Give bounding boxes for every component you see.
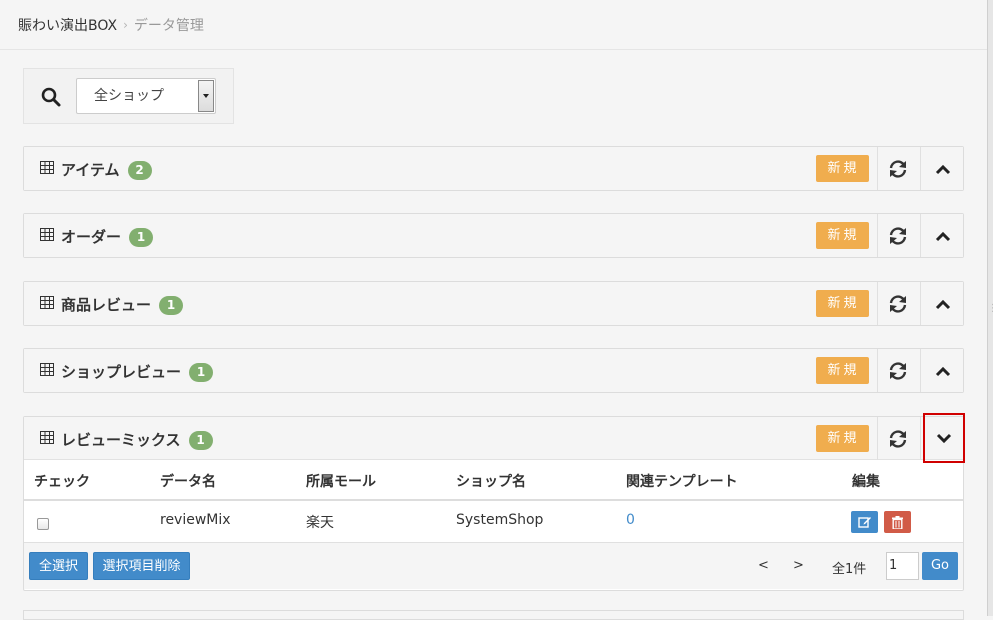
- shop-select[interactable]: 全ショップ: [76, 78, 216, 114]
- collapse-button[interactable]: [921, 282, 964, 325]
- chevron-up-icon: [935, 299, 950, 309]
- refresh-icon[interactable]: [886, 294, 910, 314]
- breadcrumb-current: データ管理: [133, 17, 204, 34]
- resize-grip-icon[interactable]: ⋮: [988, 304, 993, 319]
- new-button[interactable]: 新規: [816, 290, 869, 317]
- next-panel-edge: [23, 610, 964, 620]
- table-icon: [40, 296, 54, 309]
- chevron-down-icon: [936, 433, 952, 444]
- refresh-icon[interactable]: [886, 361, 910, 381]
- refresh-icon[interactable]: [886, 429, 910, 449]
- chevron-up-icon: [935, 164, 950, 174]
- panel-product-reviews: 商品レビュー 1 新規: [23, 281, 964, 326]
- panel-header: ショップレビュー 1 新規: [24, 349, 963, 392]
- total-count: 全1件: [832, 562, 867, 577]
- app-window: 賑わい演出BOX › データ管理 全ショップ アイテム2 新規 オーダー1: [0, 0, 993, 620]
- refresh-icon[interactable]: [886, 226, 910, 246]
- panel-header: アイテム 2 新規: [24, 147, 963, 190]
- panel-items: アイテム 2 新規: [23, 146, 964, 191]
- shop-select-value: 全ショップ: [94, 88, 164, 104]
- panel-orders: オーダー 1 新規: [23, 213, 964, 258]
- panel-review-mix: レビューミックス 1 新規 チェック データ名 所属モール ショップ名 関連テンプ…: [23, 413, 965, 591]
- column-header-shop[interactable]: ショップ名: [456, 471, 526, 491]
- divider: [920, 417, 921, 460]
- chevron-up-icon: [935, 231, 950, 241]
- panel-title: オーダー 1: [61, 226, 154, 247]
- edit-icon: [857, 517, 871, 528]
- column-header-edit: 編集: [852, 474, 880, 490]
- prev-page-button[interactable]: <: [758, 558, 769, 573]
- count-badge: 2: [127, 161, 152, 180]
- panel-title: アイテム 2: [61, 159, 152, 180]
- collapse-button[interactable]: [921, 214, 964, 257]
- new-button[interactable]: 新規: [816, 222, 869, 249]
- search-panel: 全ショップ: [23, 68, 234, 124]
- breadcrumb-separator-icon: ›: [123, 17, 128, 32]
- column-header-check: チェック: [34, 474, 90, 490]
- cell-template-link[interactable]: 0: [626, 512, 635, 528]
- delete-selected-button[interactable]: 選択項目削除: [93, 552, 190, 580]
- table-icon: [40, 228, 54, 241]
- select-all-button[interactable]: 全選択: [29, 552, 88, 580]
- chevron-up-icon: [935, 366, 950, 376]
- go-button[interactable]: Go: [922, 552, 958, 580]
- divider: [877, 147, 878, 190]
- trash-icon: [892, 515, 903, 529]
- table-icon: [40, 363, 54, 376]
- new-button[interactable]: 新規: [816, 155, 869, 182]
- cell-data-name: reviewMix: [160, 512, 231, 528]
- table-header: チェック データ名 所属モール ショップ名 関連テンプレート 編集: [24, 460, 963, 501]
- refresh-icon[interactable]: [886, 159, 910, 179]
- panel-header: オーダー 1 新規: [24, 214, 963, 257]
- row-checkbox[interactable]: [37, 518, 49, 530]
- expand-button[interactable]: [923, 413, 965, 463]
- column-header-data-name[interactable]: データ名: [160, 471, 216, 491]
- table-icon: [40, 431, 54, 444]
- count-badge: 1: [129, 228, 154, 247]
- table-icon: [40, 161, 54, 174]
- count-badge: 1: [159, 296, 184, 315]
- panel-header: 商品レビュー 1 新規: [24, 282, 963, 325]
- delete-button[interactable]: [884, 511, 911, 533]
- collapse-button[interactable]: [921, 147, 964, 190]
- column-header-template[interactable]: 関連テンプレート: [626, 471, 738, 491]
- panel-title: ショップレビュー 1: [61, 361, 214, 382]
- next-page-button[interactable]: >: [793, 558, 804, 573]
- cell-shop: SystemShop: [456, 512, 544, 528]
- divider: [877, 214, 878, 257]
- table-footer: 全選択 選択項目削除 < > 全1件 1 Go: [24, 543, 963, 589]
- table-row: reviewMix 楽天 SystemShop 0: [24, 501, 963, 543]
- divider: [877, 417, 878, 460]
- divider: [877, 282, 878, 325]
- data-table: チェック データ名 所属モール ショップ名 関連テンプレート 編集 review…: [24, 460, 963, 589]
- breadcrumb: 賑わい演出BOX › データ管理: [0, 0, 987, 50]
- breadcrumb-home[interactable]: 賑わい演出BOX: [18, 15, 117, 35]
- page-number-input[interactable]: 1: [886, 552, 919, 580]
- search-icon: [41, 87, 61, 107]
- panel-header: レビューミックス 1 新規: [24, 413, 965, 463]
- collapse-button[interactable]: [921, 349, 964, 392]
- panel-shop-reviews: ショップレビュー 1 新規: [23, 348, 964, 393]
- count-badge: 1: [189, 363, 214, 382]
- new-button[interactable]: 新規: [816, 357, 869, 384]
- select-arrow-icon[interactable]: [198, 80, 214, 112]
- panel-title: 商品レビュー 1: [61, 294, 184, 315]
- count-badge: 1: [188, 431, 213, 450]
- new-button[interactable]: 新規: [816, 425, 869, 452]
- panel-title: レビューミックス 1: [61, 429, 213, 450]
- edit-button[interactable]: [851, 511, 878, 533]
- cell-mall: 楽天: [306, 515, 334, 531]
- column-header-mall[interactable]: 所属モール: [306, 471, 376, 491]
- divider: [877, 349, 878, 392]
